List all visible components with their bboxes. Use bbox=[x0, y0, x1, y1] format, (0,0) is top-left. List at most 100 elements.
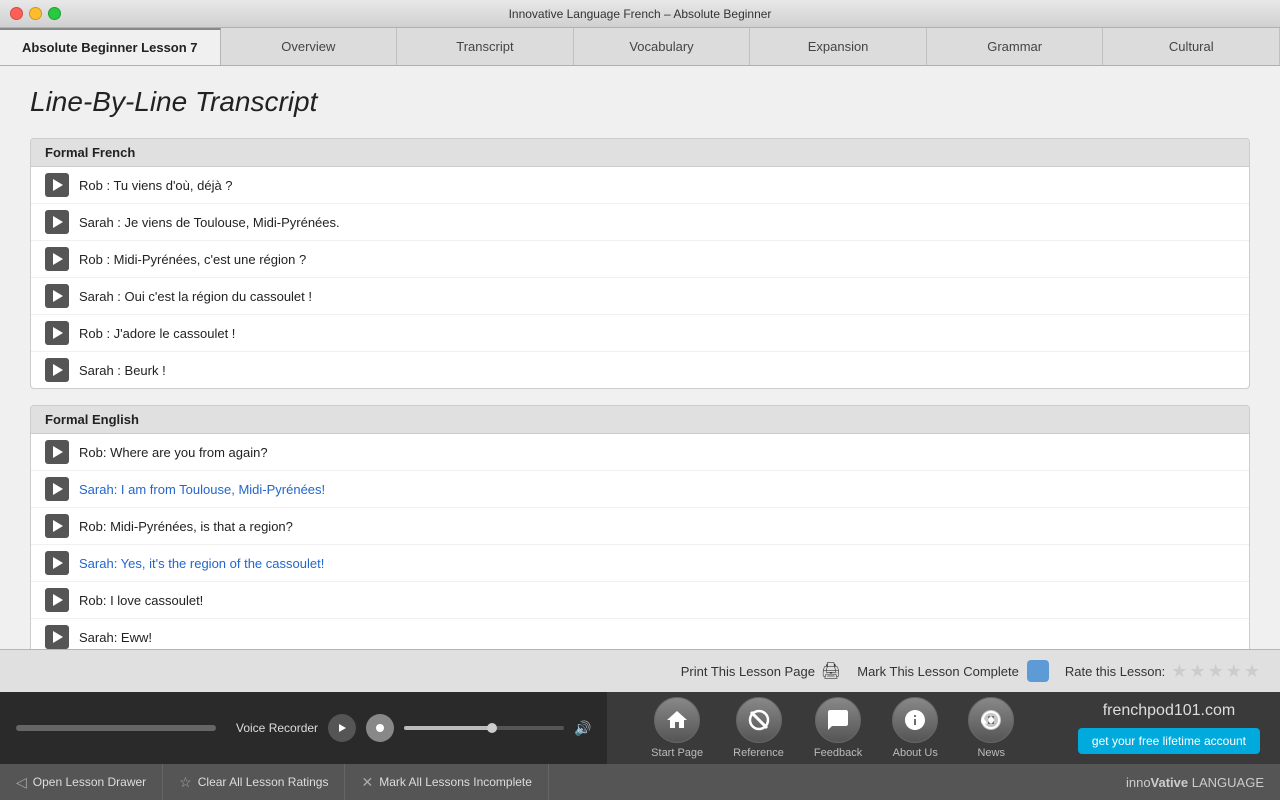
mark-incomplete-button[interactable]: ✕ Mark All Lessons Incomplete bbox=[345, 764, 548, 800]
progress-thumb bbox=[487, 723, 497, 733]
audio-play-button[interactable] bbox=[45, 440, 69, 464]
progress-fill bbox=[404, 726, 492, 730]
printer-icon: 🖨 bbox=[821, 661, 841, 681]
page-title: Line-By-Line Transcript bbox=[30, 86, 1250, 118]
voice-recorder-label: Voice Recorder bbox=[236, 721, 318, 735]
transcript-text: Rob : Tu viens d'où, déjà ? bbox=[79, 178, 233, 193]
voice-recorder-progress bbox=[404, 726, 564, 730]
open-drawer-button[interactable]: ◁ Open Lesson Drawer bbox=[0, 764, 163, 800]
audio-play-button[interactable] bbox=[45, 210, 69, 234]
star-rating[interactable]: ★ ★ ★ ★ ★ bbox=[1171, 661, 1260, 682]
tab-transcript[interactable]: Transcript bbox=[397, 28, 574, 65]
english-section: Formal English Rob: Where are you from a… bbox=[30, 405, 1250, 649]
transcript-line: Rob : Midi-Pyrénées, c'est une région ? bbox=[31, 241, 1249, 278]
action-bar: ◁ Open Lesson Drawer ☆ Clear All Lesson … bbox=[0, 764, 1280, 800]
nav-about-us[interactable]: About Us bbox=[892, 697, 938, 759]
transcript-text: Rob : J'adore le cassoulet ! bbox=[79, 326, 235, 341]
transcript-text: Sarah: I am from Toulouse, Midi-Pyrénées… bbox=[79, 482, 325, 497]
audio-play-button[interactable] bbox=[45, 284, 69, 308]
transcript-line: Sarah : Oui c'est la région du cassoulet… bbox=[31, 278, 1249, 315]
tabs-row: Absolute Beginner Lesson 7 Overview Tran… bbox=[0, 28, 1280, 66]
transcript-line: Sarah : Je viens de Toulouse, Midi-Pyrén… bbox=[31, 204, 1249, 241]
minimize-button[interactable] bbox=[29, 7, 42, 20]
reference-label: Reference bbox=[733, 747, 784, 759]
french-section: Formal French Rob : Tu viens d'où, déjà … bbox=[30, 138, 1250, 389]
start-page-icon bbox=[654, 697, 700, 743]
print-button[interactable]: Print This Lesson Page 🖨 bbox=[681, 661, 841, 681]
transcript-line: Sarah : Beurk ! bbox=[31, 352, 1249, 388]
star-1[interactable]: ★ bbox=[1171, 661, 1187, 682]
mark-complete-button[interactable]: Mark This Lesson Complete bbox=[857, 660, 1049, 682]
transcript-text: Sarah: Yes, it's the region of the casso… bbox=[79, 556, 324, 571]
voice-recorder-play-button[interactable] bbox=[328, 714, 356, 742]
news-label: News bbox=[977, 747, 1005, 759]
transcript-text: Sarah : Je viens de Toulouse, Midi-Pyrén… bbox=[79, 215, 340, 230]
nav-feedback[interactable]: Feedback bbox=[814, 697, 862, 759]
transcript-line: Rob : J'adore le cassoulet ! bbox=[31, 315, 1249, 352]
tab-vocabulary[interactable]: Vocabulary bbox=[574, 28, 751, 65]
tab-cultural[interactable]: Cultural bbox=[1103, 28, 1280, 65]
brand-name: frenchpod101.com bbox=[1103, 702, 1236, 720]
transcript-text: Sarah : Beurk ! bbox=[79, 363, 166, 378]
audio-play-button[interactable] bbox=[45, 625, 69, 649]
transcript-text: Sarah : Oui c'est la région du cassoulet… bbox=[79, 289, 312, 304]
complete-checkbox-icon bbox=[1027, 660, 1049, 682]
voice-recorder-section: Voice Recorder 🔊 bbox=[0, 692, 607, 764]
transcript-text: Rob : Midi-Pyrénées, c'est une région ? bbox=[79, 252, 306, 267]
voice-recorder-record-button[interactable] bbox=[366, 714, 394, 742]
tab-expansion[interactable]: Expansion bbox=[750, 28, 927, 65]
transcript-line: Sarah: I am from Toulouse, Midi-Pyrénées… bbox=[31, 471, 1249, 508]
transcript-text: Sarah: Eww! bbox=[79, 630, 152, 645]
reference-icon bbox=[736, 697, 782, 743]
clear-ratings-button[interactable]: ☆ Clear All Lesson Ratings bbox=[163, 764, 345, 800]
feedback-icon bbox=[815, 697, 861, 743]
star-5[interactable]: ★ bbox=[1244, 661, 1260, 682]
tab-overview[interactable]: Overview bbox=[221, 28, 398, 65]
window-title: Innovative Language French – Absolute Be… bbox=[509, 7, 772, 21]
logo-text: innoVative LANGUAGE bbox=[1126, 775, 1264, 790]
window-controls bbox=[10, 7, 61, 20]
tab-grammar[interactable]: Grammar bbox=[927, 28, 1104, 65]
nav-icons: Start Page Reference Feedback bbox=[607, 692, 1057, 764]
audio-play-button[interactable] bbox=[45, 514, 69, 538]
nav-start-page[interactable]: Start Page bbox=[651, 697, 703, 759]
status-bar: Print This Lesson Page 🖨 Mark This Lesso… bbox=[0, 649, 1280, 692]
nav-news[interactable]: News bbox=[968, 697, 1014, 759]
brand-section: frenchpod101.com get your free lifetime … bbox=[1058, 692, 1280, 764]
app-logo: innoVative LANGUAGE bbox=[1110, 775, 1280, 790]
volume-icon: 🔊 bbox=[574, 720, 591, 737]
transcript-line: Rob: I love cassoulet! bbox=[31, 582, 1249, 619]
active-tab[interactable]: Absolute Beginner Lesson 7 bbox=[0, 28, 221, 65]
about-us-label: About Us bbox=[893, 747, 938, 759]
drawer-icon: ◁ bbox=[16, 774, 27, 791]
transcript-text: Rob: I love cassoulet! bbox=[79, 593, 203, 608]
x-icon: ✕ bbox=[361, 774, 373, 791]
transcript-line: Sarah: Eww! bbox=[31, 619, 1249, 649]
star-4[interactable]: ★ bbox=[1226, 661, 1242, 682]
free-account-button[interactable]: get your free lifetime account bbox=[1078, 728, 1260, 754]
audio-play-button[interactable] bbox=[45, 247, 69, 271]
title-bar: Innovative Language French – Absolute Be… bbox=[0, 0, 1280, 28]
maximize-button[interactable] bbox=[48, 7, 61, 20]
rate-lesson: Rate this Lesson: ★ ★ ★ ★ ★ bbox=[1065, 661, 1260, 682]
transcript-line: Rob: Midi-Pyrénées, is that a region? bbox=[31, 508, 1249, 545]
audio-play-button[interactable] bbox=[45, 173, 69, 197]
feedback-label: Feedback bbox=[814, 747, 862, 759]
footer-bar: Voice Recorder 🔊 bbox=[0, 692, 1280, 764]
star-3[interactable]: ★ bbox=[1208, 661, 1224, 682]
english-header: Formal English bbox=[31, 406, 1249, 434]
app-window: Innovative Language French – Absolute Be… bbox=[0, 0, 1280, 800]
star-icon: ☆ bbox=[179, 774, 192, 791]
audio-play-button[interactable] bbox=[45, 588, 69, 612]
audio-play-button[interactable] bbox=[45, 477, 69, 501]
star-2[interactable]: ★ bbox=[1189, 661, 1205, 682]
audio-play-button[interactable] bbox=[45, 551, 69, 575]
audio-play-button[interactable] bbox=[45, 321, 69, 345]
transcript-line: Sarah: Yes, it's the region of the casso… bbox=[31, 545, 1249, 582]
news-icon bbox=[968, 697, 1014, 743]
progress-track bbox=[404, 726, 564, 730]
nav-reference[interactable]: Reference bbox=[733, 697, 784, 759]
close-button[interactable] bbox=[10, 7, 23, 20]
french-header: Formal French bbox=[31, 139, 1249, 167]
audio-play-button[interactable] bbox=[45, 358, 69, 382]
